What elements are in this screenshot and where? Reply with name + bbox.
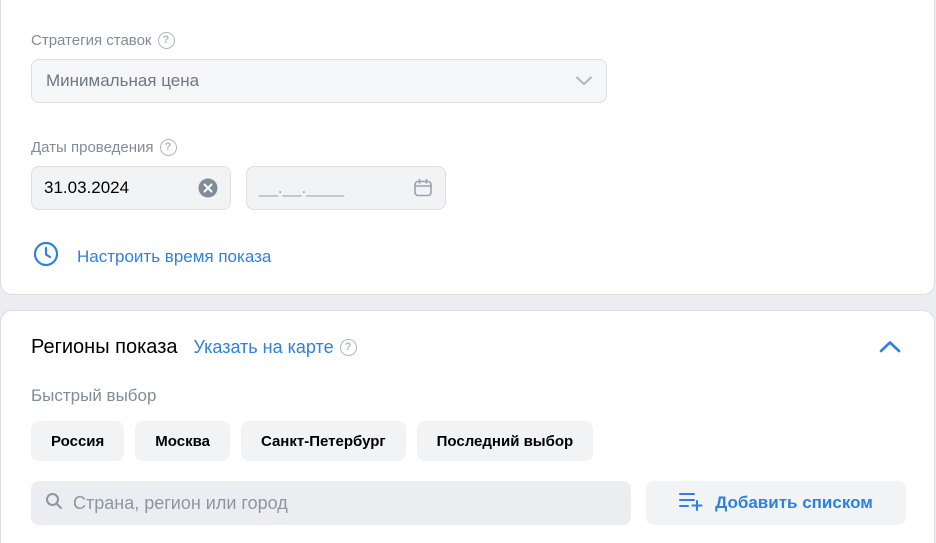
help-icon[interactable]: ?: [157, 32, 175, 49]
map-link-label: Указать на карте: [193, 337, 334, 357]
dates-label-row: Даты проведения ?: [31, 139, 177, 156]
start-date-field[interactable]: 31.03.2024: [31, 166, 231, 210]
clock-icon: [33, 241, 59, 272]
bid-strategy-value: Минимальная цена: [46, 71, 200, 90]
regions-title: Регионы показа: [31, 336, 178, 358]
search-icon: [45, 492, 63, 515]
add-list-button[interactable]: Добавить списком: [646, 481, 906, 525]
regions-header: Регионы показа Указать на карте ?: [31, 336, 357, 359]
bid-strategy-label: Стратегия ставок: [31, 32, 152, 49]
quick-select-chips: Россия Москва Санкт-Петербург Последний …: [31, 421, 594, 461]
schedule-link-label: Настроить время показа: [77, 246, 272, 266]
regions-card: Регионы показа Указать на карте ? Быстры…: [0, 310, 935, 543]
bid-strategy-label-row: Стратегия ставок ?: [31, 32, 175, 49]
collapse-button[interactable]: [878, 339, 902, 359]
list-add-icon: [679, 491, 703, 516]
campaign-settings-card: Стратегия ставок ? Минимальная цена Даты…: [0, 0, 935, 295]
add-list-label: Добавить списком: [715, 493, 873, 512]
chip-russia[interactable]: Россия: [31, 421, 125, 461]
help-icon[interactable]: ?: [339, 339, 357, 356]
start-date-value: 31.03.2024: [44, 178, 130, 197]
schedule-link[interactable]: Настроить время показа: [33, 241, 271, 272]
clear-icon[interactable]: [198, 178, 218, 198]
chip-last-selection[interactable]: Последний выбор: [416, 421, 594, 461]
chip-saint-petersburg[interactable]: Санкт-Петербург: [240, 421, 406, 461]
dates-label: Даты проведения: [31, 139, 154, 156]
map-link[interactable]: Указать на карте ?: [193, 337, 357, 358]
calendar-icon[interactable]: [413, 178, 433, 198]
chip-moscow[interactable]: Москва: [135, 421, 230, 461]
chevron-up-icon: [879, 340, 901, 358]
region-search: [31, 481, 631, 525]
bid-strategy-select[interactable]: Минимальная цена: [31, 59, 607, 103]
chevron-down-icon: [576, 71, 592, 91]
end-date-field[interactable]: __.__.____: [246, 166, 446, 210]
quick-select-label: Быстрый выбор: [31, 386, 157, 405]
help-icon[interactable]: ?: [159, 139, 177, 156]
end-date-placeholder: __.__.____: [259, 178, 345, 197]
region-search-input[interactable]: [73, 492, 617, 514]
